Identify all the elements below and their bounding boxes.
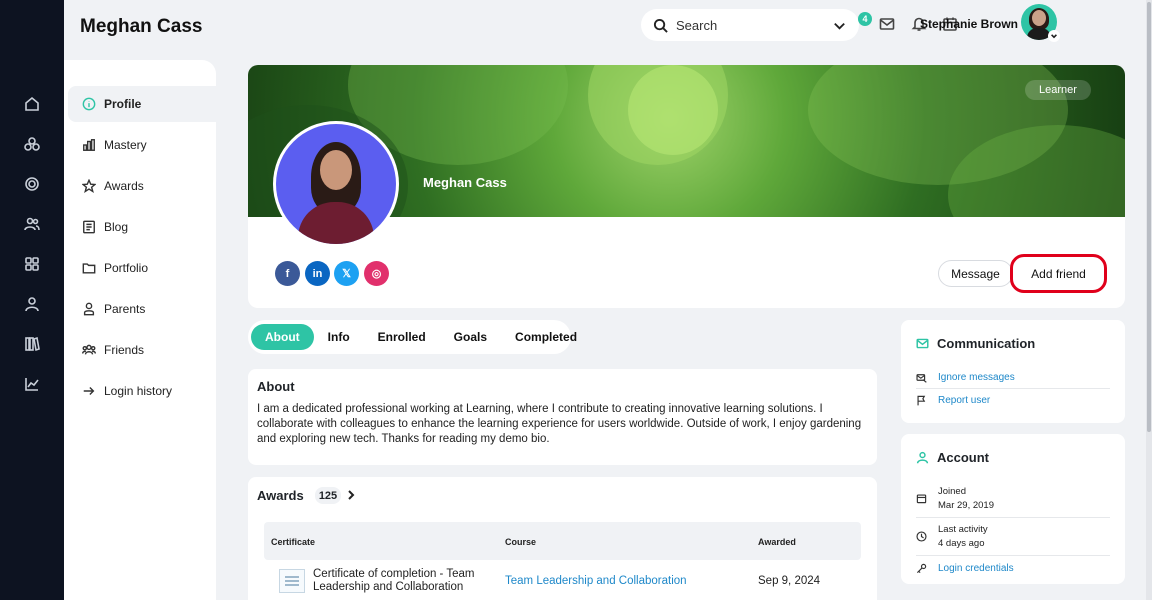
joined-label: Joined: [938, 485, 966, 497]
apps-icon[interactable]: [22, 254, 42, 274]
role-badge: Learner: [1025, 80, 1091, 100]
menu-item-parents[interactable]: Parents: [68, 291, 216, 327]
last-activity-value: 4 days ago: [938, 537, 985, 549]
notification-badge: 4: [858, 12, 872, 26]
profile-tabs: About Info Enrolled Goals Completed: [248, 320, 577, 354]
about-text: I am a dedicated professional working at…: [257, 403, 862, 445]
account-card: Account Joined Mar 29, 2019 Last activit…: [901, 434, 1125, 584]
chart-icon[interactable]: [22, 374, 42, 394]
chevron-down-icon[interactable]: [832, 18, 847, 33]
x-icon[interactable]: 𝕏: [334, 261, 359, 286]
joined-value: Mar 29, 2019: [938, 499, 994, 511]
menu-item-friends[interactable]: Friends: [68, 332, 216, 368]
avatar-chevron-icon[interactable]: [1048, 30, 1060, 42]
info-icon: [82, 97, 96, 111]
menu-item-login-history[interactable]: Login history: [68, 373, 216, 409]
course-link[interactable]: Team Leadership and Collaboration: [505, 575, 687, 587]
ignore-messages-row[interactable]: Ignore messages: [916, 366, 1110, 389]
col-awarded: Awarded: [758, 537, 796, 547]
profile-name: Meghan Cass: [423, 175, 507, 190]
page-scrollbar[interactable]: [1146, 0, 1152, 600]
about-card: About I am a dedicated professional work…: [248, 369, 877, 465]
tab-about[interactable]: About: [251, 324, 314, 350]
profile-cover-card: Learner Meghan Cass f in 𝕏 ◎ Message Add…: [248, 65, 1125, 308]
ignore-messages-link[interactable]: Ignore messages: [938, 372, 1015, 383]
mute-mail-icon: [916, 373, 927, 383]
mail-icon[interactable]: [879, 16, 897, 34]
menu-item-awards[interactable]: Awards: [68, 168, 216, 204]
user-name[interactable]: Stephanie Brown: [920, 17, 1018, 31]
communication-title: Communication: [937, 335, 1036, 351]
key-icon: [916, 563, 927, 573]
chevron-right-icon[interactable]: [345, 489, 357, 501]
left-rail: [0, 0, 64, 600]
friends-icon: [82, 344, 96, 355]
flag-icon: [917, 395, 926, 406]
user-icon[interactable]: [22, 294, 42, 314]
page-title: Meghan Cass: [80, 16, 203, 37]
profile-menu: Profile Mastery Awards Blog Portfolio Pa…: [64, 60, 216, 600]
col-course: Course: [505, 537, 537, 547]
login-credentials-link[interactable]: Login credentials: [938, 563, 1014, 574]
menu-item-portfolio[interactable]: Portfolio: [68, 250, 216, 286]
message-button[interactable]: Message: [938, 260, 1013, 287]
login-credentials-row[interactable]: Login credentials: [916, 556, 1110, 580]
linkedin-icon[interactable]: in: [305, 261, 330, 286]
awards-card: Awards 125 Certificate Course Awarded Ce…: [248, 477, 877, 600]
facebook-icon[interactable]: f: [275, 261, 300, 286]
last-activity-label: Last activity: [938, 523, 988, 535]
groups-icon[interactable]: [22, 134, 42, 154]
table-row: Certificate of completion - Team Leaders…: [264, 565, 861, 600]
parent-icon: [83, 302, 95, 316]
tab-info[interactable]: Info: [314, 324, 364, 350]
mail-icon: [916, 338, 929, 348]
search-icon: [653, 18, 668, 33]
awarded-date: Sep 9, 2024: [758, 575, 821, 587]
menu-item-mastery[interactable]: Mastery: [68, 127, 216, 163]
star-icon: [82, 179, 96, 193]
library-icon[interactable]: [22, 334, 42, 354]
menu-item-blog[interactable]: Blog: [68, 209, 216, 245]
col-certificate: Certificate: [271, 537, 316, 547]
target-icon[interactable]: [22, 174, 42, 194]
account-title: Account: [937, 449, 989, 465]
joined-row: Joined Mar 29, 2019: [916, 480, 1110, 518]
tab-enrolled[interactable]: Enrolled: [364, 324, 440, 350]
folder-icon: [82, 263, 96, 274]
instagram-icon[interactable]: ◎: [364, 261, 389, 286]
scrollbar-thumb[interactable]: [1147, 2, 1151, 432]
blog-icon: [83, 220, 95, 234]
report-user-row[interactable]: Report user: [916, 389, 1110, 412]
clock-icon: [916, 531, 927, 542]
login-icon: [83, 387, 95, 395]
last-activity-row: Last activity 4 days ago: [916, 518, 1110, 556]
awards-title: Awards: [257, 488, 304, 503]
report-user-link[interactable]: Report user: [938, 395, 990, 406]
user-icon: [916, 451, 929, 463]
tab-goals[interactable]: Goals: [440, 324, 501, 350]
certificate-thumbnail[interactable]: [279, 569, 305, 593]
home-icon[interactable]: [22, 94, 42, 114]
bar-chart-icon: [83, 139, 95, 151]
communication-card: Communication Ignore messages Report use…: [901, 320, 1125, 423]
search-box[interactable]: [641, 9, 859, 41]
menu-item-profile[interactable]: Profile: [68, 86, 216, 122]
about-title: About: [257, 379, 295, 394]
certificate-name: Certificate of completion - Team Leaders…: [313, 568, 475, 593]
search-input[interactable]: [676, 17, 826, 33]
profile-photo: [273, 121, 399, 247]
awards-table-header: Certificate Course Awarded: [264, 522, 861, 560]
add-friend-button[interactable]: Add friend: [1010, 254, 1107, 293]
tab-completed[interactable]: Completed: [501, 324, 591, 350]
awards-count: 125: [315, 487, 341, 504]
calendar-icon: [916, 494, 927, 504]
people-icon[interactable]: [22, 214, 42, 234]
